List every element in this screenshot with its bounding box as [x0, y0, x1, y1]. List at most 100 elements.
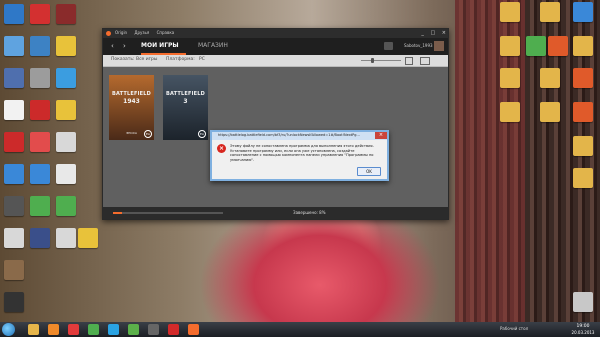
error-dialog: https://battlelog.battlefield.com/bf3/ru…	[210, 130, 389, 181]
desktop-icon[interactable]	[56, 228, 76, 248]
game-title: BATTLEFIELD	[111, 91, 152, 97]
status-bar: Завершено: 8%	[103, 207, 448, 219]
desktop-icon[interactable]	[56, 164, 76, 184]
desktop-icon[interactable]	[4, 36, 24, 56]
desktop-icon[interactable]	[56, 36, 76, 56]
desktop-icon[interactable]	[56, 4, 76, 24]
ea-logo-icon: EA	[198, 130, 206, 138]
chrome-taskbar-icon[interactable]	[88, 324, 99, 335]
desktop-icon[interactable]	[4, 228, 24, 248]
folder-icon[interactable]	[500, 2, 520, 22]
game-subtitle: 3	[183, 98, 188, 105]
avatar[interactable]	[434, 41, 444, 51]
folder-icon[interactable]	[540, 2, 560, 22]
folder-icon[interactable]	[573, 136, 593, 156]
tray-desktop-label[interactable]: Рабочий стол	[500, 326, 528, 331]
list-view-icon[interactable]	[420, 57, 430, 65]
game-title: BATTLEFIELD	[165, 91, 206, 97]
title-bar: Origin Друзья Справка _ □ ×	[103, 29, 448, 38]
skype-taskbar-icon[interactable]	[108, 324, 119, 335]
dialog-title: https://battlelog.battlefield.com/bf3/ru…	[218, 133, 360, 137]
progress-fill	[113, 212, 122, 214]
desktop-icon[interactable]	[4, 292, 24, 312]
desktop-icon[interactable]	[30, 196, 50, 216]
folder-icon[interactable]	[500, 102, 520, 122]
clock-date[interactable]: 20.03.2013	[568, 330, 598, 335]
desktop-icon[interactable]	[56, 100, 76, 120]
game-taskbar-icon[interactable]	[148, 324, 159, 335]
friends-icon[interactable]	[384, 42, 393, 50]
game-tile-battlefield-1943[interactable]: BATTLEFIELD 1943 ЭПОХА EA	[109, 75, 154, 140]
game-tile-battlefield-3[interactable]: BATTLEFIELD 3 EA	[163, 75, 208, 140]
folder-icon[interactable]	[540, 102, 560, 122]
window-controls: _ □ ×	[416, 30, 446, 36]
tab-store[interactable]: МАГАЗИН	[198, 42, 228, 49]
desktop-icon[interactable]	[30, 164, 50, 184]
menu-friends[interactable]: Друзья	[134, 30, 149, 35]
desktop-icon[interactable]	[573, 102, 593, 122]
zoom-slider[interactable]	[361, 60, 401, 61]
desktop-icon[interactable]	[526, 36, 546, 56]
desktop-icon[interactable]	[548, 36, 568, 56]
desktop-icon[interactable]	[4, 196, 24, 216]
desktop-icon[interactable]	[573, 2, 593, 22]
desktop-icon[interactable]	[78, 228, 98, 248]
desktop-icon[interactable]	[56, 196, 76, 216]
desktop-icon[interactable]	[573, 36, 593, 56]
desktop-icon[interactable]	[4, 164, 24, 184]
recycle-bin-icon[interactable]	[573, 292, 593, 312]
menu-bar: Origin Друзья Справка	[115, 30, 180, 35]
desktop-icon[interactable]	[4, 260, 24, 280]
ea-logo-icon: EA	[144, 130, 152, 138]
error-icon: ×	[217, 144, 226, 153]
desktop-icon[interactable]	[30, 68, 50, 88]
close-button[interactable]: ×	[442, 30, 446, 36]
desktop-icon[interactable]	[30, 36, 50, 56]
game-subtitle: 1943	[123, 98, 140, 105]
maximize-button[interactable]: □	[430, 30, 435, 36]
desktop-icon[interactable]	[56, 132, 76, 152]
filter-show-dropdown[interactable]: Все игры	[136, 57, 157, 62]
desktop-icon[interactable]	[30, 228, 50, 248]
filter-platform-dropdown[interactable]: PC	[199, 57, 205, 62]
clock-time[interactable]: 19:00	[568, 324, 598, 329]
filter-platform-label: Платформа:	[166, 57, 195, 62]
minimize-button[interactable]: _	[421, 30, 424, 36]
dialog-title-bar: https://battlelog.battlefield.com/bf3/ru…	[212, 132, 387, 140]
desktop-icon[interactable]	[30, 100, 50, 120]
dialog-close-button[interactable]: ×	[375, 132, 387, 139]
grid-view-icon[interactable]	[405, 57, 413, 65]
desktop-icon[interactable]	[30, 4, 50, 24]
explorer-taskbar-icon[interactable]	[28, 324, 39, 335]
folder-icon[interactable]	[500, 36, 520, 56]
origin-taskbar-icon[interactable]	[188, 324, 199, 335]
folder-icon[interactable]	[500, 68, 520, 88]
forward-arrow-icon[interactable]: ›	[123, 42, 126, 50]
tab-my-games[interactable]: МОИ ИГРЫ	[141, 42, 179, 49]
menu-help[interactable]: Справка	[157, 30, 175, 35]
back-arrow-icon[interactable]: ‹	[111, 42, 114, 50]
desktop-icon[interactable]	[573, 68, 593, 88]
menu-origin[interactable]: Origin	[115, 30, 127, 35]
dialog-message: Этому файлу не сопоставлена программа дл…	[230, 144, 374, 162]
utorrent-taskbar-icon[interactable]	[128, 324, 139, 335]
desktop-icon[interactable]	[56, 68, 76, 88]
download-progress	[113, 212, 223, 214]
status-text: Завершено: 8%	[293, 210, 326, 215]
zoom-slider-handle[interactable]	[371, 58, 374, 63]
desktop-icon[interactable]	[4, 4, 24, 24]
folder-icon[interactable]	[573, 168, 593, 188]
user-name[interactable]: Sabotov_1993	[404, 43, 433, 48]
ok-button[interactable]: OK	[357, 167, 381, 176]
filter-show-label: Показать:	[111, 57, 135, 62]
media-player-taskbar-icon[interactable]	[48, 324, 59, 335]
desktop-icon[interactable]	[4, 132, 24, 152]
yandex-taskbar-icon[interactable]	[68, 324, 79, 335]
opera-taskbar-icon[interactable]	[168, 324, 179, 335]
folder-icon[interactable]	[540, 68, 560, 88]
start-button[interactable]	[2, 323, 15, 336]
desktop-icon[interactable]	[4, 68, 24, 88]
desktop-icon[interactable]	[4, 100, 24, 120]
desktop-icon[interactable]	[30, 132, 50, 152]
taskbar: Рабочий стол 19:00 20.03.2013	[0, 322, 600, 337]
